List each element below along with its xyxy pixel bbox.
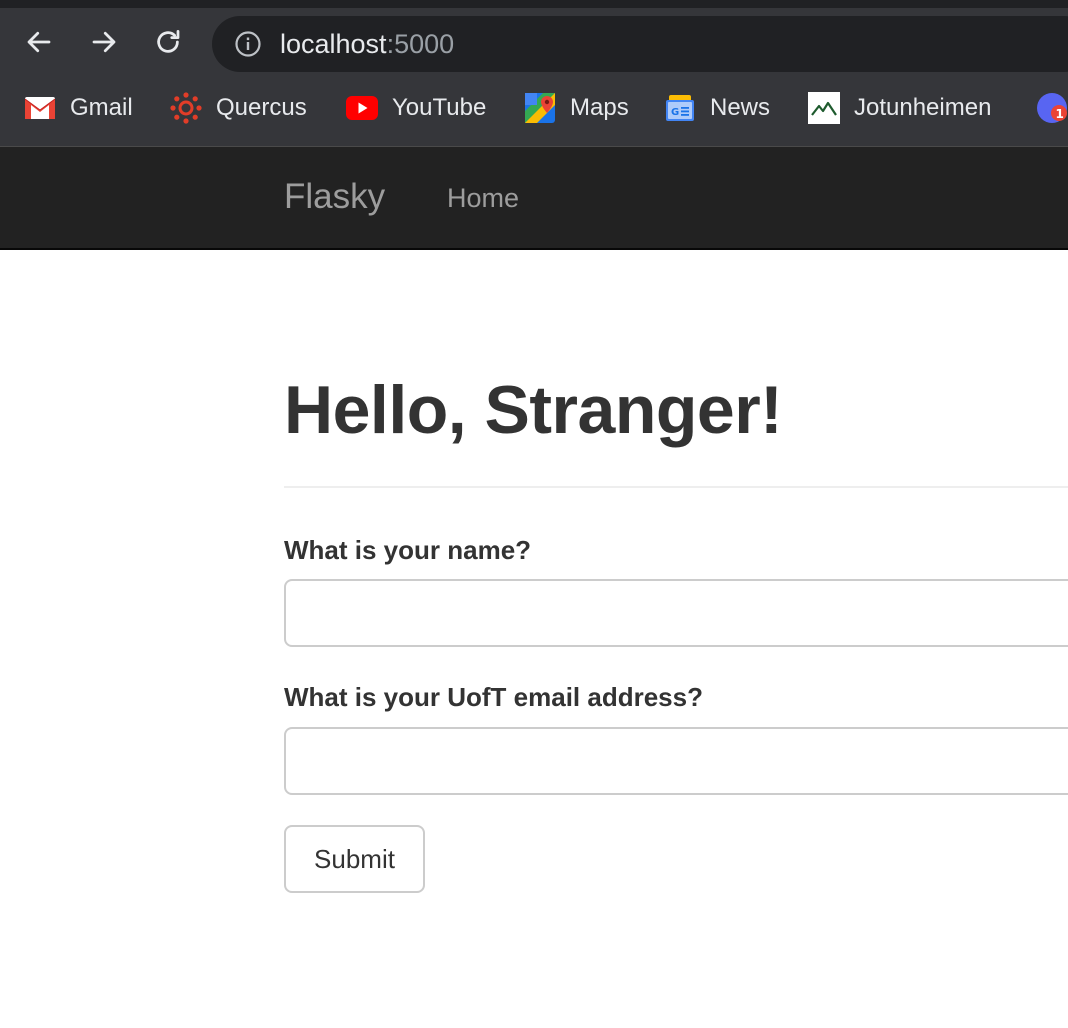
bookmark-label: Gmail xyxy=(70,94,133,121)
bookmark-youtube[interactable]: YouTube xyxy=(346,90,486,126)
bookmark-label: Quercus xyxy=(216,94,307,121)
bookmark-gmail[interactable]: Gmail xyxy=(24,90,133,126)
page-header-divider xyxy=(284,486,1068,488)
bookmark-label: Jotunheimen xyxy=(854,94,992,121)
name-label: What is your name? xyxy=(284,535,532,565)
bookmarks-bar: Gmail Quercus YouTube Maps G News Jotunh… xyxy=(0,82,1068,134)
browser-chrome: localhost:5000 Gmail Quercus YouTube Map… xyxy=(0,0,1068,146)
arrow-left-icon xyxy=(27,31,51,53)
bookmark-jotunheimen[interactable]: Jotunheimen xyxy=(808,90,991,126)
email-input[interactable] xyxy=(284,727,1068,795)
url-host: localhost xyxy=(280,29,387,59)
bookmark-maps[interactable]: Maps xyxy=(524,90,629,126)
brand-link[interactable]: Flasky xyxy=(284,177,385,217)
reload-icon xyxy=(157,30,180,53)
youtube-icon xyxy=(346,92,378,124)
extension-badge-count: 1 xyxy=(1056,107,1064,121)
address-bar[interactable]: localhost:5000 xyxy=(212,16,1068,72)
news-icon: G xyxy=(664,92,696,124)
arrow-right-icon xyxy=(92,31,116,53)
email-label: What is your UofT email address? xyxy=(284,682,703,712)
nav-link-home[interactable]: Home xyxy=(447,182,519,214)
bookmark-extension[interactable]: 1 xyxy=(1036,90,1068,126)
forward-button[interactable] xyxy=(84,22,124,62)
svg-text:G: G xyxy=(671,107,679,118)
quercus-icon xyxy=(170,92,202,124)
extension-badge-icon: 1 xyxy=(1036,92,1068,124)
site-navbar: Flasky Home xyxy=(0,146,1068,250)
submit-button[interactable]: Submit xyxy=(284,825,425,893)
bookmark-label: Maps xyxy=(570,94,629,121)
url-text[interactable]: localhost:5000 xyxy=(280,29,454,59)
name-input[interactable] xyxy=(284,579,1068,647)
bookmark-label: YouTube xyxy=(392,94,487,121)
jotunheimen-icon xyxy=(808,92,840,124)
bookmark-quercus[interactable]: Quercus xyxy=(170,90,307,126)
gmail-icon xyxy=(24,92,56,124)
url-port: :5000 xyxy=(386,29,455,59)
reload-button[interactable] xyxy=(148,22,188,62)
bookmark-news[interactable]: G News xyxy=(664,90,770,126)
bookmark-label: News xyxy=(710,94,771,121)
info-icon[interactable] xyxy=(234,30,262,58)
maps-icon xyxy=(524,92,556,124)
tab-strip xyxy=(0,0,1068,8)
back-button[interactable] xyxy=(19,22,59,62)
page-title: Hello, Stranger! xyxy=(284,372,783,448)
